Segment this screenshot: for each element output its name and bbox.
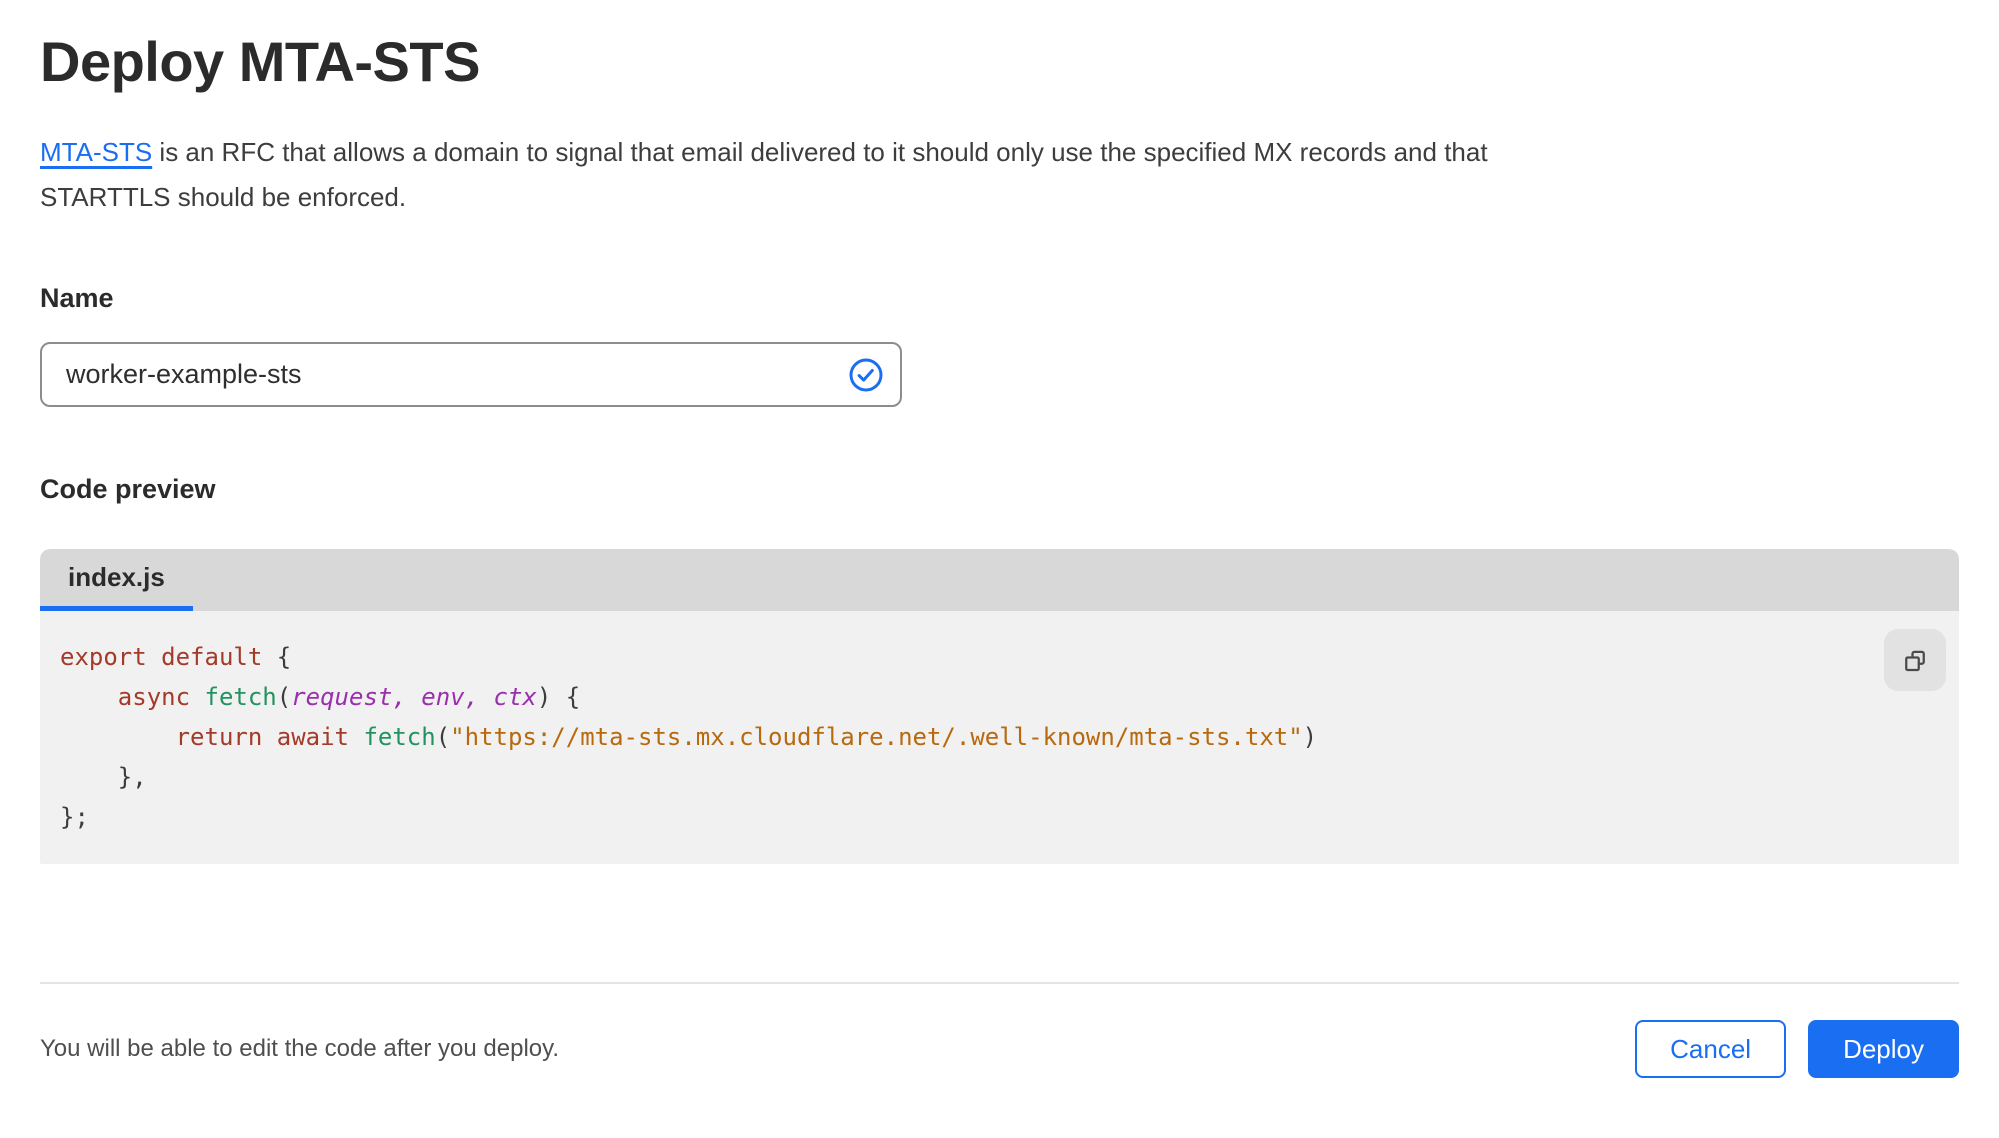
mta-sts-link[interactable]: MTA-STS xyxy=(40,137,152,167)
footer-actions: Cancel Deploy xyxy=(1635,1020,1959,1078)
deploy-button[interactable]: Deploy xyxy=(1808,1020,1959,1078)
copy-code-button[interactable] xyxy=(1884,629,1946,691)
name-input-wrap xyxy=(40,342,902,407)
code-panel: index.js export default { async fetch(re… xyxy=(40,549,1959,864)
code-line: }, xyxy=(60,763,147,791)
cancel-button[interactable]: Cancel xyxy=(1635,1020,1787,1078)
code-line: export default { xyxy=(60,643,292,671)
page-description: MTA-STS is an RFC that allows a domain t… xyxy=(40,130,1550,220)
footer-note: You will be able to edit the code after … xyxy=(40,1035,560,1062)
code-preview-section: Code preview index.js export default { a… xyxy=(40,473,1959,864)
code-line: async fetch(request, env, ctx) { xyxy=(117,683,581,711)
code-line: return await fetch("https://mta-sts.mx.c… xyxy=(175,723,1318,751)
copy-icon xyxy=(1900,645,1930,675)
code-preview-label: Code preview xyxy=(40,474,216,504)
page-title: Deploy MTA-STS xyxy=(40,30,480,93)
code-line: }; xyxy=(60,803,89,831)
code-content: export default { async fetch(request, en… xyxy=(40,637,1959,837)
footer: You will be able to edit the code after … xyxy=(40,1020,1959,1078)
name-section: Name xyxy=(40,282,1959,407)
deploy-mta-sts-page: Deploy MTA-STS MTA-STS is an RFC that al… xyxy=(40,30,1959,1138)
tab-label: index.js xyxy=(68,562,165,592)
name-label: Name xyxy=(40,283,114,313)
code-tab-bar: index.js xyxy=(40,549,1959,611)
tab-index-js[interactable]: index.js xyxy=(40,549,193,611)
page-description-text: is an RFC that allows a domain to signal… xyxy=(40,137,1488,212)
name-input[interactable] xyxy=(40,342,902,407)
check-circle-icon xyxy=(848,357,884,393)
code-editor[interactable]: export default { async fetch(request, en… xyxy=(40,611,1959,864)
footer-divider xyxy=(40,982,1959,984)
